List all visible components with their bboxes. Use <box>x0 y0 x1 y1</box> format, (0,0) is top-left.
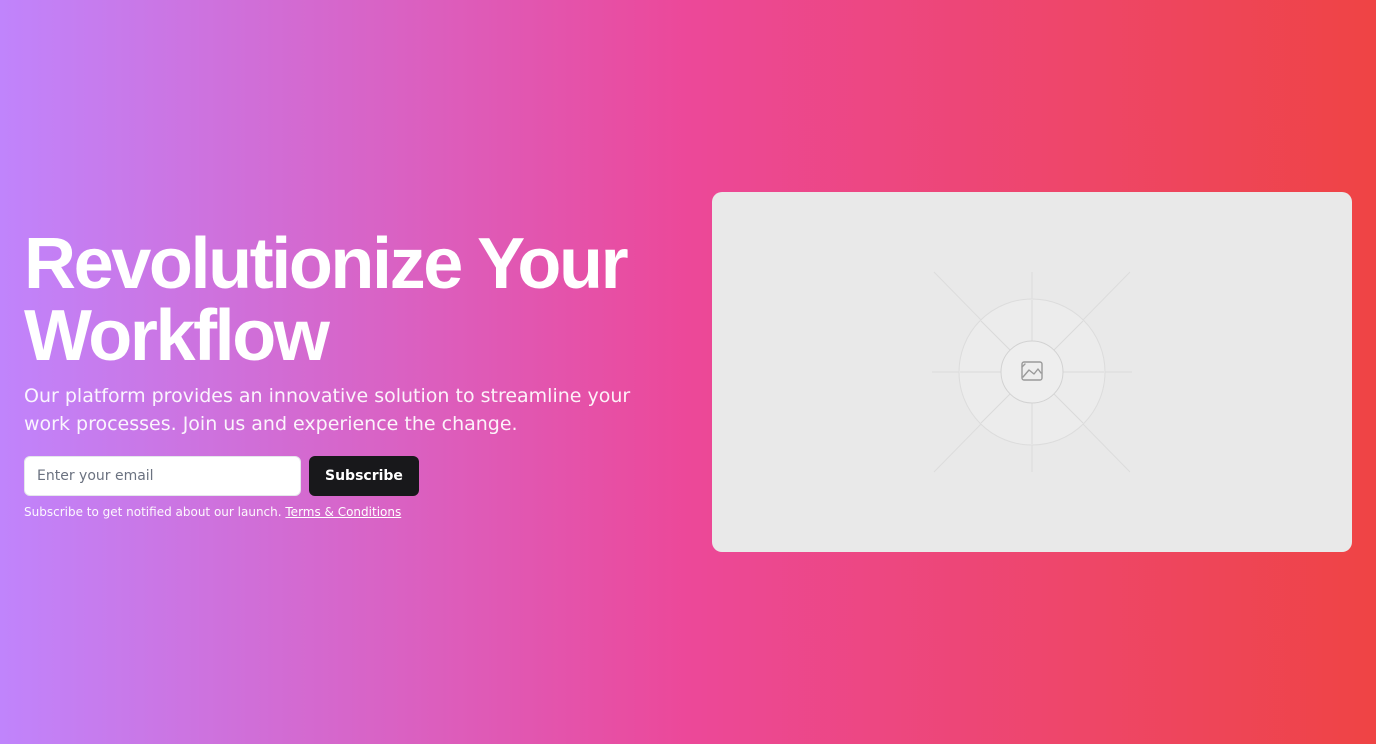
hero-title-line-1: Revolutionize Your <box>24 224 629 304</box>
signup-form: Subscribe <box>24 456 664 496</box>
media-placeholder-card <box>712 192 1352 552</box>
signup-helper: Subscribe to get notified about our laun… <box>24 504 664 520</box>
subscribe-button[interactable]: Subscribe <box>309 456 419 496</box>
image-placeholder-illustration <box>932 271 1132 473</box>
hero-section: Revolutionize Your Workflow Our platform… <box>24 228 664 520</box>
helper-text: Subscribe to get notified about our laun… <box>24 505 282 519</box>
email-input[interactable] <box>24 456 301 496</box>
terms-link[interactable]: Terms & Conditions <box>285 505 401 519</box>
hero-title-line-2: Workflow <box>24 296 330 376</box>
hero-subtitle: Our platform provides an innovative solu… <box>24 385 631 435</box>
hero-title: Revolutionize Your Workflow <box>24 228 664 372</box>
